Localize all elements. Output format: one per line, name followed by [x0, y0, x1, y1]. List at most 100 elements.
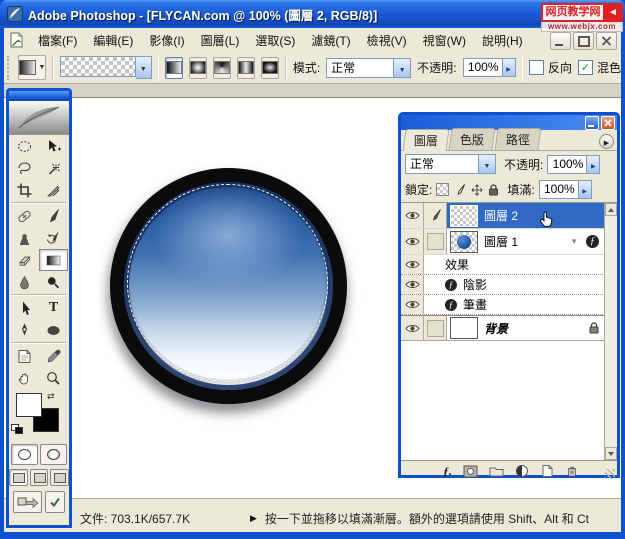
brush-tool[interactable] [39, 205, 68, 227]
swap-colors-icon[interactable]: ⇄ [47, 391, 55, 402]
tab-paths[interactable]: 路徑 [494, 128, 542, 150]
panel-menu-button[interactable]: ▶ [599, 134, 614, 149]
document-size-indicator[interactable]: 文件: 703.1K/657.7K [80, 510, 190, 527]
effect-row-stroke[interactable]: ƒ 筆畫 [401, 295, 617, 315]
menu-layer[interactable]: 圖層(L) [193, 29, 248, 52]
reflected-gradient-button[interactable] [237, 56, 256, 79]
layer-opacity-field[interactable]: 100% ▶ [547, 154, 601, 174]
default-colors-icon[interactable] [11, 424, 23, 435]
link-column[interactable] [424, 229, 447, 254]
visibility-toggle[interactable] [401, 275, 424, 294]
eyedropper-tool[interactable] [39, 345, 68, 367]
zoom-tool[interactable] [39, 367, 68, 389]
path-selection-tool[interactable] [10, 297, 39, 319]
move-tool[interactable] [39, 135, 68, 157]
options-drag-handle[interactable] [7, 55, 10, 80]
fullscreen-button[interactable] [50, 469, 70, 486]
visibility-toggle[interactable] [401, 229, 424, 254]
layer-row-layer2[interactable]: 圖層 2 [401, 203, 617, 229]
linear-gradient-button[interactable] [165, 56, 184, 79]
blur-tool[interactable] [10, 271, 39, 293]
ellipse-shape-tool[interactable] [39, 319, 68, 341]
visibility-toggle[interactable] [401, 255, 424, 274]
lock-all-button[interactable] [488, 183, 499, 196]
menu-view[interactable]: 檢視(V) [359, 29, 415, 52]
slider-arrow-button[interactable]: ▶ [577, 180, 592, 199]
menu-file[interactable]: 檔案(F) [30, 29, 85, 52]
hand-tool[interactable] [10, 367, 39, 389]
layer-thumbnail[interactable] [450, 204, 478, 227]
blend-mode-select[interactable]: 正常 ▼ [326, 57, 412, 78]
crop-tool[interactable] [10, 179, 39, 201]
opacity-slider-button[interactable]: ▶ [501, 58, 516, 77]
healing-brush-tool[interactable] [10, 205, 39, 227]
effect-name[interactable]: 陰影 [463, 276, 487, 293]
standard-screen-button[interactable] [9, 469, 28, 486]
tab-channels[interactable]: 色版 [448, 128, 496, 150]
quick-mask-mode-button[interactable] [40, 444, 67, 465]
jump-to-imageready-button[interactable] [13, 491, 42, 513]
panel-minimize-button[interactable] [585, 115, 599, 130]
menu-filter[interactable]: 濾鏡(T) [303, 29, 358, 52]
layer-thumbnail[interactable] [450, 230, 478, 253]
dodge-tool[interactable] [39, 271, 68, 293]
history-brush-tool[interactable] [39, 227, 68, 249]
lock-paint-button[interactable] [454, 183, 466, 196]
toolbox-check-button[interactable] [45, 491, 65, 513]
fullscreen-menubar-button[interactable] [29, 469, 49, 486]
scroll-down-button[interactable] [605, 447, 617, 460]
menu-image[interactable]: 影像(I) [141, 29, 192, 52]
gradient-picker[interactable]: ▼ [59, 56, 152, 79]
effects-expander-icon[interactable]: ▼ [570, 237, 578, 246]
gradient-picker-arrow[interactable]: ▼ [135, 56, 152, 79]
paint-indicator[interactable] [424, 203, 447, 228]
menu-help[interactable]: 說明(H) [474, 29, 531, 52]
layer-name[interactable]: 背景 [484, 320, 508, 337]
dither-checkbox[interactable]: ✓ 混色 [578, 59, 621, 76]
new-group-button[interactable] [489, 465, 504, 477]
layer-style-badge[interactable]: ƒ [586, 235, 599, 248]
clone-stamp-tool[interactable] [10, 227, 39, 249]
add-layer-style-button[interactable]: ƒ. [443, 464, 452, 479]
doc-restore-button[interactable] [573, 32, 594, 50]
new-adjustment-layer-button[interactable] [515, 464, 529, 478]
type-tool[interactable]: T [39, 297, 68, 319]
layer-blend-mode-select[interactable]: 正常 ▼ [405, 154, 496, 174]
panel-close-button[interactable] [601, 115, 615, 130]
link-column[interactable] [424, 316, 447, 340]
menu-window[interactable]: 視窗(W) [415, 29, 474, 52]
doc-minimize-button[interactable] [550, 32, 571, 50]
gradient-sample[interactable] [59, 56, 136, 77]
gradient-tool-selected[interactable] [39, 249, 68, 271]
menu-select[interactable]: 選取(S) [247, 29, 303, 52]
fill-field[interactable]: 100% ▶ [538, 180, 592, 199]
effects-row[interactable]: 效果 [401, 255, 617, 275]
magic-wand-tool[interactable] [39, 157, 68, 179]
doc-close-button[interactable] [596, 32, 617, 50]
radial-gradient-button[interactable] [189, 56, 208, 79]
toolbox-title-bar[interactable] [9, 91, 69, 101]
layer-name[interactable]: 圖層 1 [484, 233, 518, 250]
angle-gradient-button[interactable] [213, 56, 232, 79]
notes-tool[interactable] [10, 345, 39, 367]
reverse-checkbox[interactable]: 反向 [529, 59, 572, 76]
foreground-color-swatch[interactable] [16, 393, 42, 417]
tab-layers[interactable]: 圖層 [402, 129, 450, 151]
lasso-tool[interactable] [10, 157, 39, 179]
delete-layer-button[interactable] [565, 464, 579, 478]
combo-arrow-button[interactable]: ▼ [393, 57, 412, 78]
eraser-tool[interactable] [10, 249, 39, 271]
standard-mode-button[interactable] [11, 444, 38, 465]
panel-resize-grip[interactable] [605, 469, 615, 479]
layer-row-layer1[interactable]: 圖層 1 ▼ ƒ [401, 229, 617, 255]
lock-position-button[interactable] [471, 184, 483, 196]
layer-row-background[interactable]: 背景 [401, 315, 617, 341]
diamond-gradient-button[interactable] [261, 56, 280, 79]
lock-transparency-button[interactable] [436, 183, 450, 196]
combo-arrow-button[interactable]: ▼ [478, 154, 496, 174]
pen-tool[interactable] [10, 319, 39, 341]
layers-scrollbar[interactable] [604, 203, 617, 460]
elliptical-marquee-tool[interactable] [10, 135, 39, 157]
scroll-up-button[interactable] [605, 203, 617, 216]
visibility-toggle[interactable] [401, 316, 424, 340]
